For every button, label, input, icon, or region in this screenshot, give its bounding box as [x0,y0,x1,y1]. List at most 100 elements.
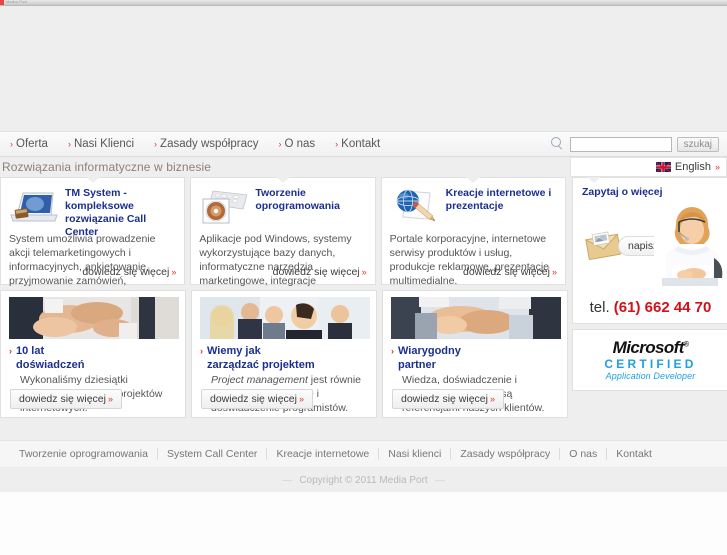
chevron-double-right-icon: » [489,394,495,404]
site-logo[interactable] [10,26,200,86]
feature-card-10-lat[interactable]: › 10 lat doświadczeń Wykonaliśmy dziesią… [0,290,186,418]
chevron-right-icon: › [154,139,158,149]
chevron-right-icon: › [67,139,71,149]
telephone-prefix: tel. [589,299,610,316]
chevron-right-icon: › [335,139,339,149]
nav-item-oferta[interactable]: › Oferta [10,138,48,150]
laptop-icon [9,185,59,227]
ms-certified-label: CERTIFIED [604,357,697,371]
chevron-double-right-icon: » [361,267,367,277]
search-icon[interactable] [550,137,565,151]
ask-more-title: Zapytaj o więcej [582,186,663,198]
service-card-title: Tworzenie oprogramowania [255,187,340,212]
service-card-header: Tworzenie oprogramowania [199,185,366,227]
footer-copyright: Copyright © 2011 Media Port [0,468,727,492]
chevron-double-right-icon: » [551,267,557,277]
ms-brand-label: Microsoft® [612,338,689,357]
service-card-title: Kreacje internetowe i prezentacje [445,187,552,212]
footer-link-kreacje-internetowe[interactable]: Kreacje internetowe [267,448,380,460]
hands-together-photo [9,297,179,339]
chevron-right-icon: › [9,346,12,356]
envelope-icon [584,229,622,261]
footer-link-o-nas[interactable]: O nas [560,448,608,460]
chevron-right-icon: › [200,346,203,356]
nav-item-label: Nasi Klienci [73,138,135,150]
service-card-header: Kreacje internetowe i prezentacje [390,185,557,227]
search-input[interactable] [569,136,672,152]
read-more-link[interactable]: dowiedz się więcej» [82,266,176,278]
card-notch [587,177,601,183]
feature-cards-row: › 10 lat doświadczeń Wykonaliśmy dziesią… [0,290,568,418]
feature-title-text: Wiarygodny partner [398,344,461,372]
feature-card-zarzadzanie-projektem[interactable]: › Wiemy jak zarządzać projektem Project … [191,290,377,418]
footer-navigation: Tworzenie oprogramowania System Call Cen… [0,440,727,468]
feature-title-line2: doświadczeń [16,359,85,371]
sidebar: Zapytaj o więcej napisz» [572,177,727,418]
content-area: TM System - kompleksowe rozwiązanie Call… [0,177,727,418]
read-more-label: dowiedz się więcej [272,266,360,278]
feature-card-title: › Wiarygodny partner [391,344,559,372]
footer-link-nasi-klienci[interactable]: Nasi klienci [379,448,452,460]
nav-item-label: O nas [284,138,316,150]
read-more-link[interactable]: dowiedz się więcej» [273,266,367,278]
copyright-text: Copyright © 2011 Media Port [299,474,428,486]
page-bottom-fill [0,492,727,555]
read-more-link[interactable]: dowiedz się więcej» [463,266,557,278]
microsoft-certified-badge: Microsoft® CERTIFIED Application Develop… [572,329,727,391]
service-card-tworzenie-oprogramowania[interactable]: Tworzenie oprogramowania Aplikacje pod W… [190,177,376,301]
feature-card-title: › 10 lat doświadczeń [9,344,177,372]
footer-link-zasady-wspolpracy[interactable]: Zasady współpracy [451,448,561,460]
card-notch [275,177,290,183]
read-more-button[interactable]: dowiedz się więcej» [392,389,504,409]
service-card-kreacje-internetowe[interactable]: Kreacje internetowe i prezentacje Portal… [380,177,566,287]
search-submit-button[interactable]: szukaj [676,136,719,152]
main-column: TM System - kompleksowe rozwiązanie Call… [0,177,568,418]
nav-item-label: Oferta [16,138,48,150]
read-more-button[interactable]: dowiedz się więcej» [201,389,313,409]
service-card-tm-system[interactable]: TM System - kompleksowe rozwiązanie Call… [0,177,186,301]
card-notch [466,177,481,183]
business-team-photo [200,297,370,339]
service-card-body: Portale korporacyjne, internetowe serwis… [389,233,549,287]
read-more-label: dowiedz się więcej [82,266,170,278]
feature-title-line2: zarządzać projektem [207,359,315,371]
chevron-double-right-icon: » [298,394,304,404]
nav-item-zasady-wspolpracy[interactable]: › Zasady współpracy [154,138,258,150]
feature-title-line2: partner [398,359,436,371]
nav-item-nasi-klienci[interactable]: › Nasi Klienci [68,138,134,150]
nav-items: › Oferta › Nasi Klienci › Zasady współpr… [0,138,380,150]
read-more-label: dowiedz się więcej [19,393,106,405]
nav-item-kontakt[interactable]: › Kontakt [335,138,380,150]
chevron-right-icon: › [391,346,394,356]
language-label: English [674,161,711,173]
footer-link-kontakt[interactable]: Kontakt [607,448,661,460]
browser-title-label: Media Port [6,0,28,4]
handshake-photo [391,297,561,339]
chevron-double-right-icon: » [107,394,113,404]
language-switcher[interactable]: English » [570,157,727,177]
trademark-icon: ® [683,341,689,349]
feature-title-line1: 10 lat [16,345,45,357]
call-center-agent-photo [654,204,726,286]
footer-link-tworzenie-oprogramowania[interactable]: Tworzenie oprogramowania [10,448,158,460]
read-more-button[interactable]: dowiedz się więcej» [10,389,122,409]
feature-title-text: Wiemy jak zarządzać projektem [207,344,315,372]
card-notch [85,177,100,183]
feature-title-line1: Wiemy jak [207,345,261,357]
nav-item-label: Zasady współpracy [160,138,259,150]
chevron-double-right-icon: » [171,267,177,277]
page-root: › Oferta › Nasi Klienci › Zasady współpr… [0,6,727,555]
read-more-label: dowiedz się więcej [401,393,488,405]
nav-item-o-nas[interactable]: › O nas [278,138,315,150]
browser-tab-indicator [0,0,4,5]
nav-item-label: Kontakt [341,138,381,150]
globe-pencil-icon [390,185,440,227]
chevron-right-icon: › [278,139,282,149]
service-card-header: TM System - kompleksowe rozwiązanie Call… [9,185,176,238]
ask-more-content: napisz» [582,204,726,299]
feature-title-text: 10 lat doświadczeń [16,344,84,372]
search-area: szukaj [550,132,719,156]
feature-card-wiarygodny-partner[interactable]: › Wiarygodny partner Wiedza, doświadczen… [382,290,568,418]
uk-flag-icon [655,162,671,172]
footer-link-system-call-center[interactable]: System Call Center [158,448,268,460]
